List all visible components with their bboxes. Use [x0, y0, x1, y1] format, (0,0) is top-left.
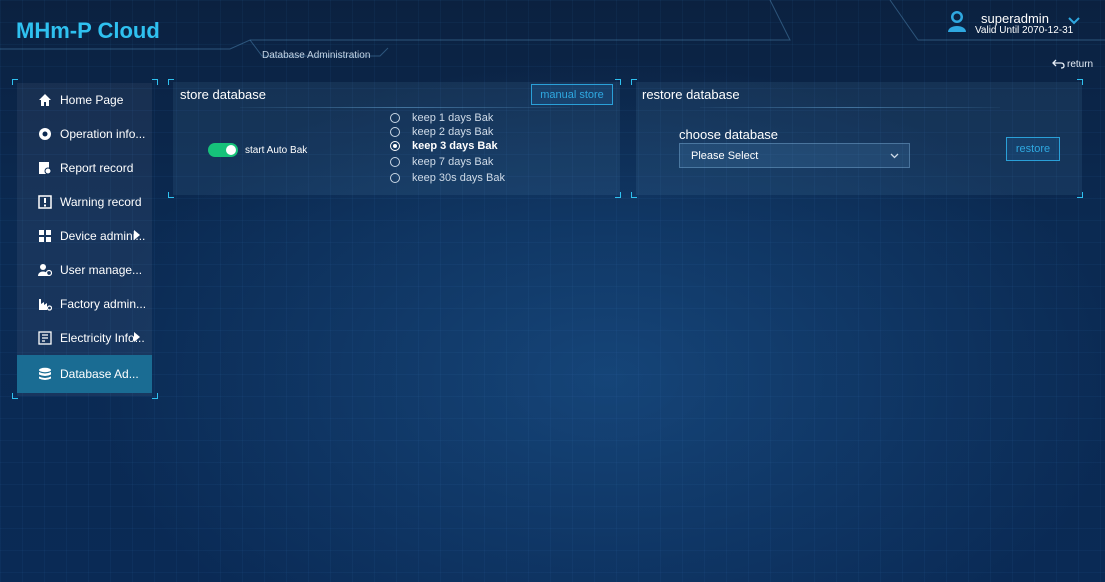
user-icon — [38, 264, 52, 277]
return-label: return — [1067, 59, 1094, 70]
radio-label: keep 3 days Bak — [412, 140, 498, 152]
choose-database-label: choose database — [679, 127, 779, 142]
user-valid-until: Valid Until 2070-12-31 — [975, 25, 1074, 36]
sidebar-item-operation[interactable]: Operation info... — [17, 117, 152, 151]
sidebar-item-label: Database Ad... — [60, 367, 139, 381]
panel-divider — [240, 107, 570, 108]
submenu-arrow-icon — [134, 230, 140, 240]
header-frame-lines — [0, 0, 1105, 57]
auto-bak-toggle[interactable] — [208, 143, 238, 157]
sidebar-corner — [152, 393, 158, 399]
sidebar-item-label: Home Page — [60, 93, 124, 107]
return-icon — [1052, 59, 1065, 69]
submenu-arrow-icon — [134, 332, 140, 342]
auto-bak-label: start Auto Bak — [245, 145, 308, 156]
top-header: MHm-P Cloud Database Administration supe… — [0, 0, 1105, 70]
report-icon — [39, 162, 52, 175]
database-icon — [39, 367, 51, 380]
sidebar-item-electricity[interactable]: Electricity Info... — [17, 321, 152, 355]
sidebar-item-user[interactable]: User manage... — [17, 253, 152, 287]
sidebar-item-label: Report record — [60, 161, 134, 175]
avatar-icon — [948, 11, 966, 32]
return-link[interactable]: return — [1052, 59, 1093, 70]
keep-7-days-option[interactable]: keep 7 days Bak — [390, 156, 493, 168]
select-value: Please Select — [691, 150, 759, 162]
keep-3-days-option[interactable]: keep 3 days Bak — [390, 140, 498, 152]
warning-icon — [38, 195, 52, 209]
restore-panel-title: restore database — [642, 87, 740, 102]
radio-button[interactable] — [390, 173, 400, 183]
sidebar-item-device[interactable]: Device admini... — [17, 219, 152, 253]
radio-label: keep 1 days Bak — [412, 112, 494, 124]
sidebar-item-home[interactable]: Home Page — [17, 83, 152, 117]
operation-icon — [39, 128, 51, 140]
radio-label: keep 2 days Bak — [412, 126, 494, 138]
sidebar: Home Page Operation info... Report recor… — [17, 83, 152, 396]
database-select[interactable]: Please Select — [679, 143, 910, 168]
app-title: MHm-P Cloud — [16, 18, 160, 43]
keep-1-days-option[interactable]: keep 1 days Bak — [390, 112, 493, 124]
radio-button[interactable] — [390, 127, 400, 137]
restore-button[interactable]: restore — [1006, 137, 1060, 161]
radio-label: keep 30s days Bak — [412, 172, 505, 184]
factory-icon — [39, 299, 52, 311]
keep-2-days-option[interactable]: keep 2 days Bak — [390, 126, 493, 138]
sidebar-item-label: Device admini... — [60, 229, 146, 243]
radio-label: keep 7 days Bak — [412, 156, 494, 168]
sidebar-item-label: Operation info... — [60, 127, 146, 141]
sidebar-item-report[interactable]: Report record — [17, 151, 152, 185]
sidebar-item-factory[interactable]: Factory admin... — [17, 287, 152, 321]
radio-button[interactable] — [390, 113, 400, 123]
device-icon — [39, 230, 51, 242]
sidebar-item-label: User manage... — [60, 263, 143, 277]
electricity-icon — [38, 331, 52, 345]
manual-store-button[interactable]: manual store — [531, 84, 613, 105]
user-menu[interactable]: superadmin Valid Until 2070-12-31 — [945, 8, 1095, 38]
sidebar-item-label: Factory admin... — [60, 297, 147, 311]
radio-button-selected[interactable] — [390, 141, 400, 151]
chevron-down-icon — [890, 153, 899, 159]
sidebar-item-warning[interactable]: Warning record — [17, 185, 152, 219]
store-panel-title: store database — [180, 87, 267, 102]
breadcrumb: Database Administration — [262, 50, 371, 61]
sidebar-item-label: Electricity Info... — [60, 331, 145, 345]
radio-button[interactable] — [390, 157, 400, 167]
sidebar-item-database[interactable]: Database Ad... — [17, 355, 152, 393]
sidebar-corner — [152, 79, 158, 85]
user-name: superadmin — [981, 11, 1049, 26]
home-icon — [39, 94, 51, 106]
panel-divider — [700, 107, 1000, 108]
sidebar-item-label: Warning record — [60, 195, 142, 209]
keep-30s-days-option[interactable]: keep 30s days Bak — [390, 172, 505, 184]
chevron-down-icon[interactable] — [1067, 14, 1081, 28]
